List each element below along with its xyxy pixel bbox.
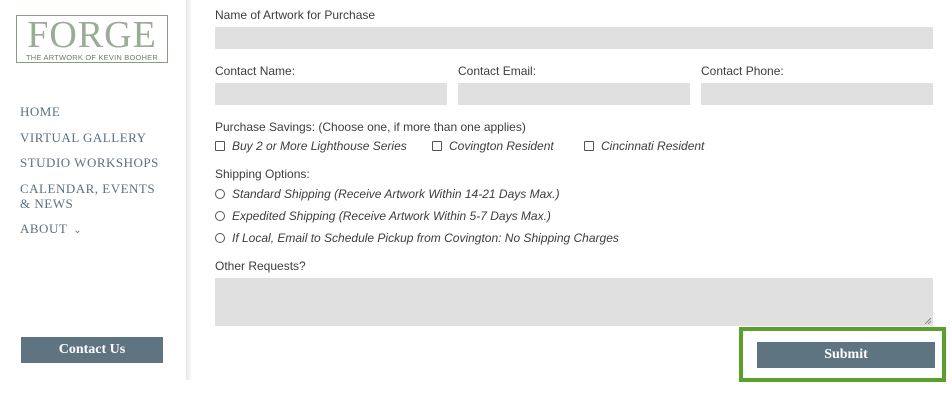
shipping-options-label: Shipping Options: <box>215 167 310 181</box>
other-requests-label: Other Requests? <box>215 259 306 273</box>
purchase-savings-label: Purchase Savings: (Choose one, if more t… <box>215 120 526 134</box>
savings-option-label: Covington Resident <box>449 139 554 153</box>
radio-button[interactable] <box>215 189 225 199</box>
shipping-option-label: Expedited Shipping (Receive Artwork With… <box>232 209 551 223</box>
nav-item-home[interactable]: HOME <box>20 104 60 119</box>
savings-option-covington[interactable]: Covington Resident <box>432 139 554 153</box>
nav-item-virtual-gallery[interactable]: VIRTUAL GALLERY <box>20 130 146 145</box>
contact-us-button[interactable]: Contact Us <box>21 337 163 363</box>
resize-handle-icon[interactable] <box>925 318 931 324</box>
artwork-name-label: Name of Artwork for Purchase <box>215 8 376 22</box>
other-requests-textarea[interactable] <box>215 278 933 326</box>
submit-button[interactable]: Submit <box>757 342 935 368</box>
checkbox[interactable] <box>432 141 442 151</box>
nav-item-about-label: ABOUT <box>20 221 68 236</box>
savings-option-label: Cincinnati Resident <box>601 139 705 153</box>
radio-button[interactable] <box>215 211 225 221</box>
radio-button[interactable] <box>215 233 225 243</box>
contact-name-input[interactable] <box>215 83 447 105</box>
shipping-option-label: Standard Shipping (Receive Artwork Withi… <box>232 187 560 201</box>
contact-phone-input[interactable] <box>701 83 933 105</box>
sidebar-divider <box>186 0 192 380</box>
shipping-option-label: If Local, Email to Schedule Pickup from … <box>232 231 619 245</box>
contact-email-label: Contact Email: <box>458 64 537 78</box>
chevron-down-icon: ⌄ <box>73 225 83 236</box>
contact-phone-label: Contact Phone: <box>701 64 784 78</box>
nav-item-about[interactable]: ABOUT ⌄ <box>20 221 82 238</box>
site-logo[interactable]: FORGE THE ARTWORK OF KEVIN BOOHER <box>16 15 168 63</box>
nav-item-studio-workshops[interactable]: STUDIO WORKSHOPS <box>20 155 159 170</box>
contact-name-label: Contact Name: <box>215 64 296 78</box>
sidebar: FORGE THE ARTWORK OF KEVIN BOOHER HOME V… <box>0 0 188 380</box>
shipping-option-standard[interactable]: Standard Shipping (Receive Artwork Withi… <box>215 187 560 201</box>
artwork-name-input[interactable] <box>215 27 933 49</box>
checkbox[interactable] <box>584 141 594 151</box>
logo-subtitle: THE ARTWORK OF KEVIN BOOHER <box>26 53 158 62</box>
shipping-option-expedited[interactable]: Expedited Shipping (Receive Artwork With… <box>215 209 551 223</box>
savings-option-lighthouse[interactable]: Buy 2 or More Lighthouse Series <box>215 139 407 153</box>
other-requests-wrapper <box>215 278 933 326</box>
savings-option-cincinnati[interactable]: Cincinnati Resident <box>584 139 704 153</box>
logo-title: FORGE <box>27 14 157 56</box>
shipping-option-local-pickup[interactable]: If Local, Email to Schedule Pickup from … <box>215 231 619 245</box>
nav-item-calendar-events-news[interactable]: CALENDAR, EVENTS & NEWS <box>20 181 160 211</box>
savings-option-label: Buy 2 or More Lighthouse Series <box>232 139 407 153</box>
checkbox[interactable] <box>215 141 225 151</box>
contact-email-input[interactable] <box>458 83 690 105</box>
